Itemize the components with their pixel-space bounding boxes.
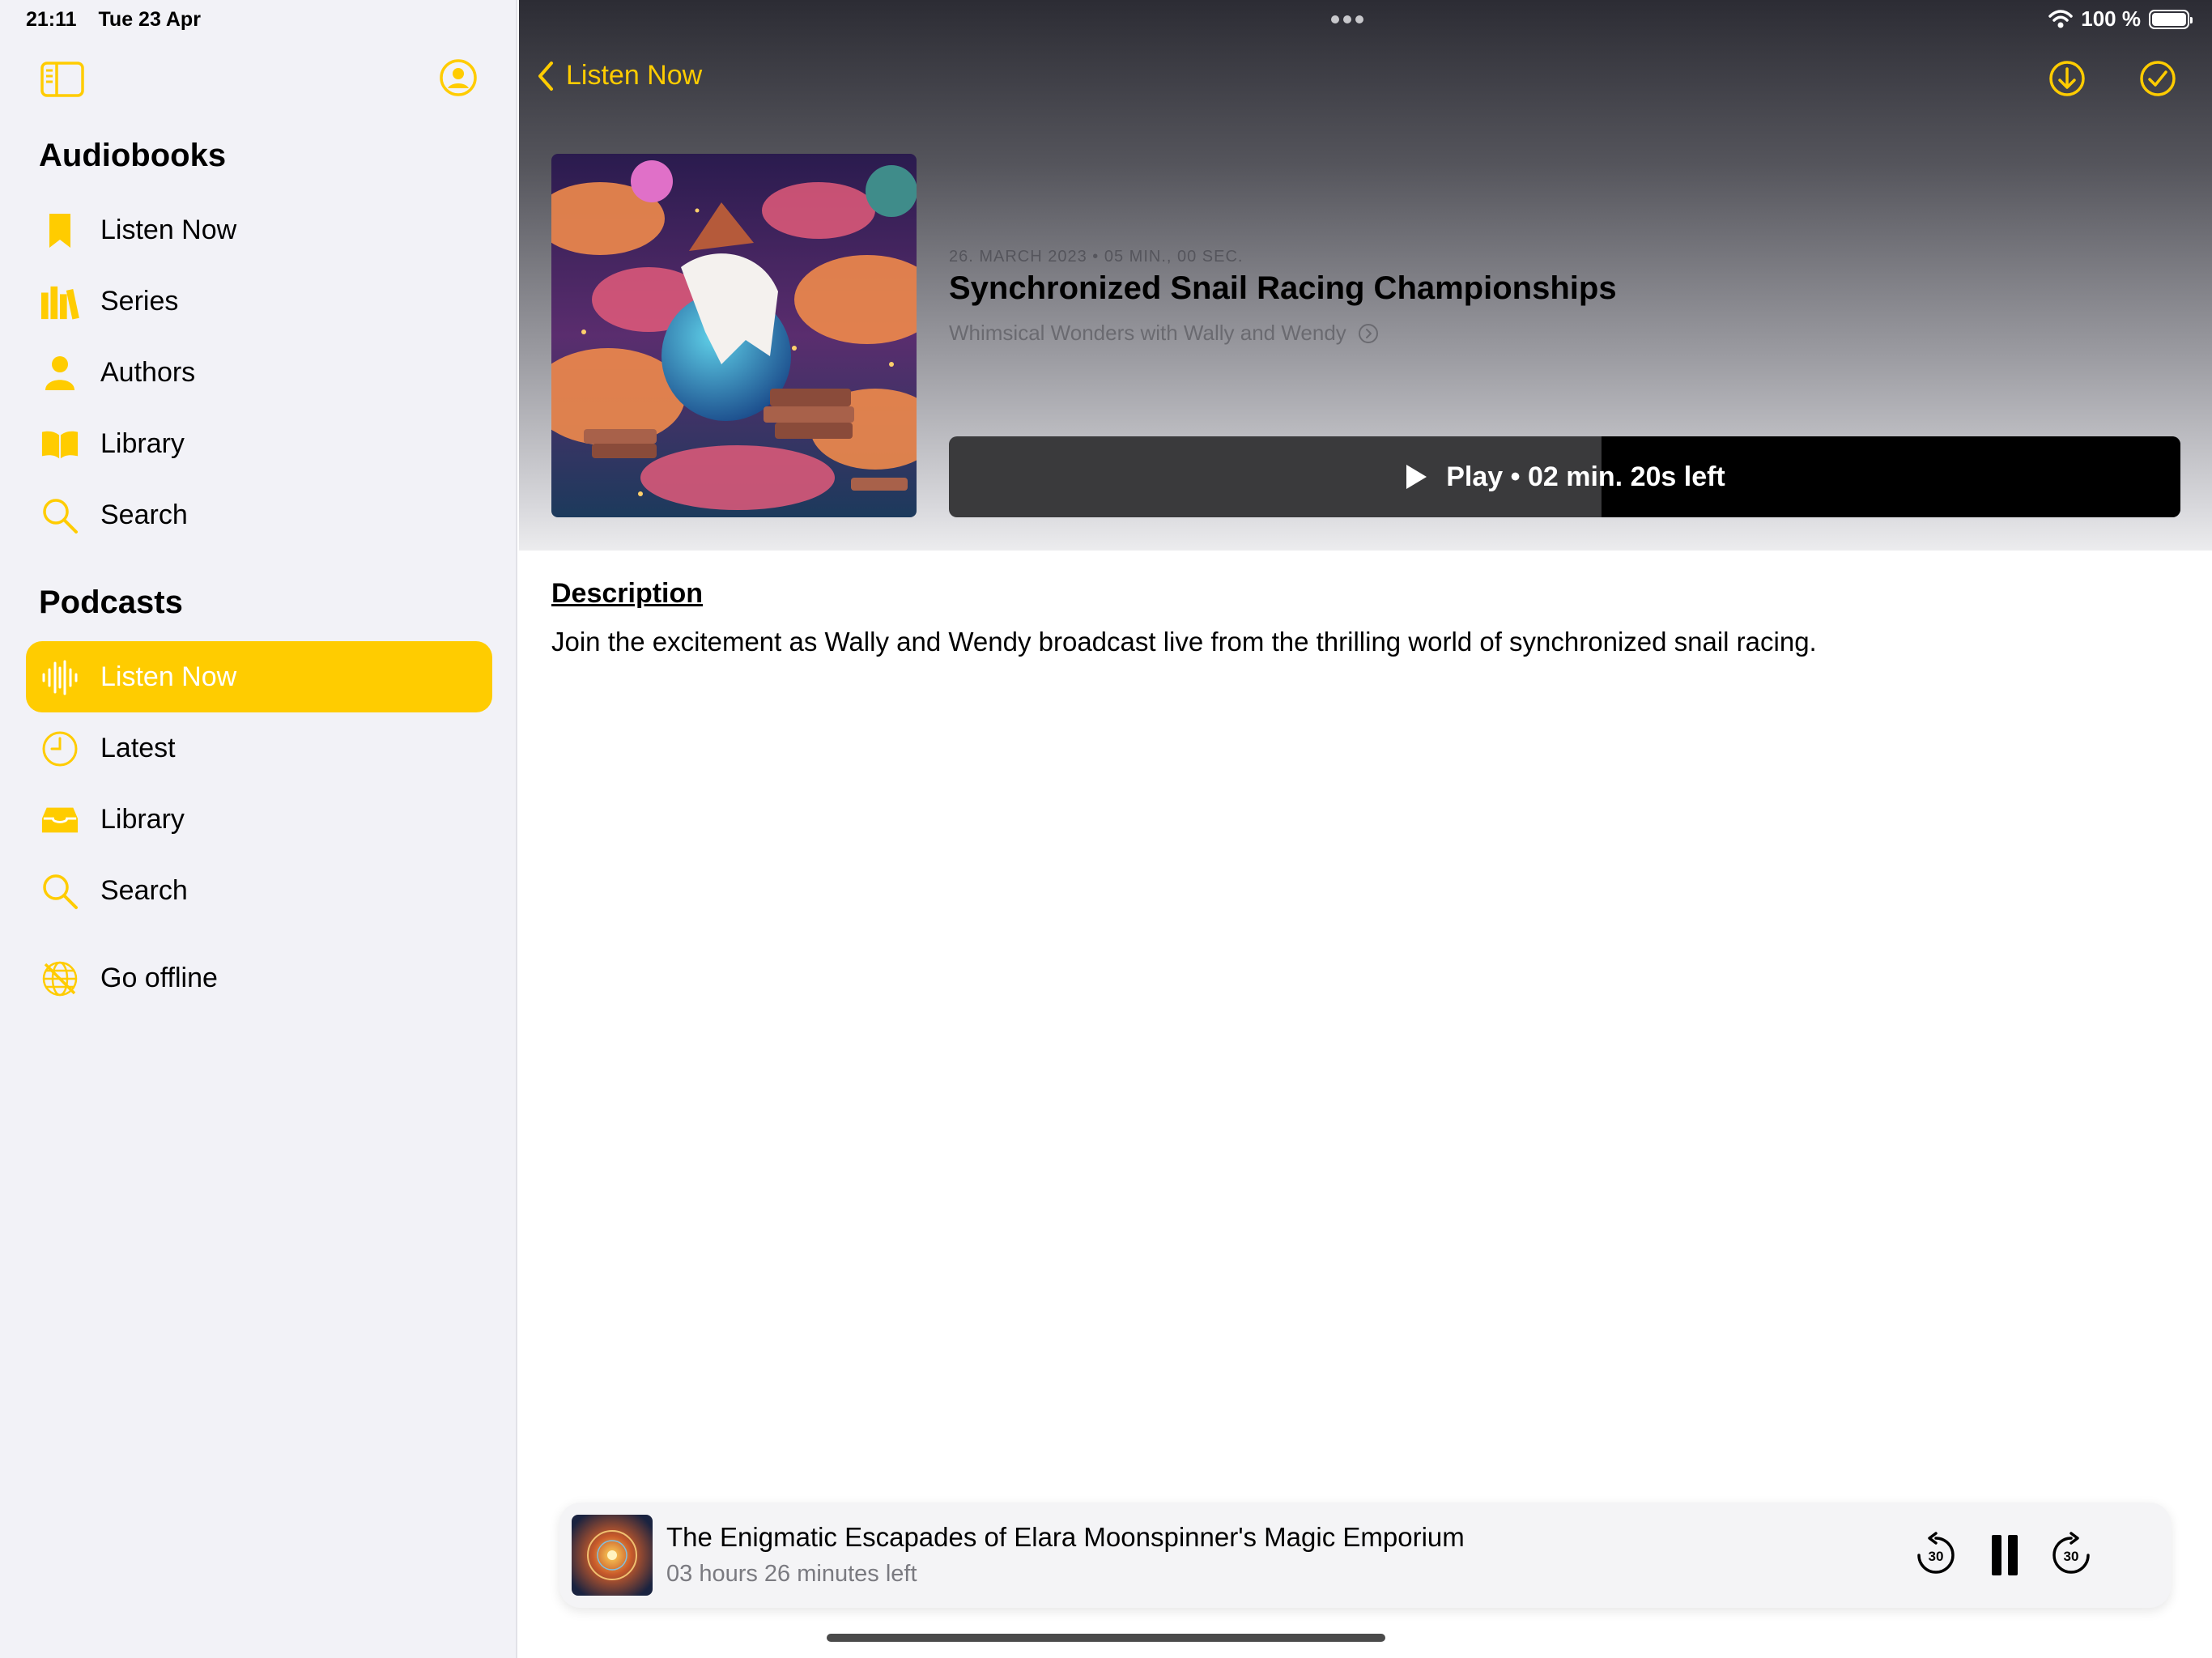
sidebar-item-label: Go offline <box>100 962 218 993</box>
sidebar-item-podcasts-search[interactable]: Search <box>26 855 492 926</box>
mini-player[interactable]: The Enigmatic Escapades of Elara Moonspi… <box>559 1503 2171 1608</box>
sidebar-item-audiobooks-library[interactable]: Library <box>26 408 492 479</box>
status-bar-left: 21:11 Tue 23 Apr <box>26 8 201 32</box>
sidebar-item-label: Library <box>100 803 185 835</box>
profile-icon[interactable] <box>439 58 478 97</box>
sidebar-item-go-offline[interactable]: Go offline <box>26 942 492 1014</box>
episode-title: Synchronized Snail Racing Championships <box>949 270 1617 306</box>
sidebar-item-podcasts-listen-now[interactable]: Listen Now <box>26 641 492 712</box>
tray-icon <box>40 801 79 839</box>
description-heading: Description <box>551 578 704 609</box>
sidebar-item-latest[interactable]: Latest <box>26 712 492 784</box>
mini-player-subtitle: 03 hours 26 minutes left <box>666 1561 917 1587</box>
skip-back-30-icon[interactable]: 30 <box>1912 1532 1959 1579</box>
mark-played-icon[interactable] <box>2139 60 2176 97</box>
multitasking-dots[interactable] <box>1331 13 1372 24</box>
play-icon <box>1406 465 1427 489</box>
sidebar-item-label: Latest <box>100 732 176 763</box>
description-text: Join the excitement as Wally and Wendy b… <box>551 627 1817 657</box>
sidebar: 21:11 Tue 23 Apr Audiobooks Listen Now S… <box>0 0 517 1658</box>
status-date: Tue 23 Apr <box>98 8 201 31</box>
mini-player-title: The Enigmatic Escapades of Elara Moonspi… <box>666 1522 1465 1552</box>
sidebar-item-label: Library <box>100 427 185 459</box>
home-indicator[interactable] <box>827 1634 1385 1642</box>
sidebar-item-label: Search <box>100 499 188 530</box>
bookmark-icon <box>40 212 79 249</box>
sidebar-toggle-icon[interactable] <box>40 62 84 97</box>
waveform-icon <box>40 659 79 696</box>
download-icon[interactable] <box>2048 60 2086 97</box>
main-content: 100 % Listen Now 26. MARCH 2023 • 05 MIN… <box>519 0 2212 1658</box>
open-book-icon <box>40 426 79 463</box>
sidebar-item-authors[interactable]: Authors <box>26 337 492 408</box>
mini-player-artwork <box>572 1515 653 1596</box>
podcasts-section-title: Podcasts <box>39 585 183 620</box>
battery-icon <box>2149 9 2193 29</box>
person-icon <box>40 355 79 392</box>
status-bar-right: 100 % <box>2048 6 2193 32</box>
clock-icon <box>40 730 79 767</box>
back-button[interactable]: Listen Now <box>537 60 702 91</box>
battery-percent: 100 % <box>2081 6 2141 31</box>
episode-meta: 26. MARCH 2023 • 05 MIN., 00 SEC. <box>949 248 1244 266</box>
sidebar-item-label: Authors <box>100 356 196 388</box>
play-button[interactable]: Play • 02 min. 20s left <box>949 436 2180 517</box>
episode-cover-art <box>551 154 917 517</box>
chevron-circle-right-icon <box>1358 323 1378 343</box>
skip-forward-30-icon[interactable]: 30 <box>2048 1532 2095 1579</box>
sidebar-item-label: Listen Now <box>100 214 237 245</box>
svg-text:30: 30 <box>2064 1549 2079 1564</box>
chevron-left-icon <box>538 61 553 91</box>
books-icon <box>40 283 79 321</box>
status-time: 21:11 <box>26 8 77 31</box>
sidebar-item-audiobooks-search[interactable]: Search <box>26 479 492 551</box>
back-label: Listen Now <box>566 60 703 91</box>
sidebar-item-label: Listen Now <box>100 661 237 692</box>
show-name: Whimsical Wonders with Wally and Wendy <box>949 321 1346 345</box>
sidebar-item-audiobooks-listen-now[interactable]: Listen Now <box>26 194 492 266</box>
sidebar-item-series[interactable]: Series <box>26 266 492 337</box>
pause-icon[interactable] <box>1981 1532 2028 1579</box>
search-icon <box>40 497 79 534</box>
show-link[interactable]: Whimsical Wonders with Wally and Wendy <box>949 321 1379 346</box>
play-label: Play • 02 min. 20s left <box>1446 461 1725 492</box>
globe-slash-icon <box>40 960 79 997</box>
sidebar-item-label: Series <box>100 285 179 317</box>
search-icon <box>40 873 79 910</box>
sidebar-item-podcasts-library[interactable]: Library <box>26 784 492 855</box>
audiobooks-section-title: Audiobooks <box>39 138 227 173</box>
svg-text:30: 30 <box>1929 1549 1944 1564</box>
wifi-icon <box>2048 9 2074 28</box>
sidebar-item-label: Search <box>100 874 188 906</box>
